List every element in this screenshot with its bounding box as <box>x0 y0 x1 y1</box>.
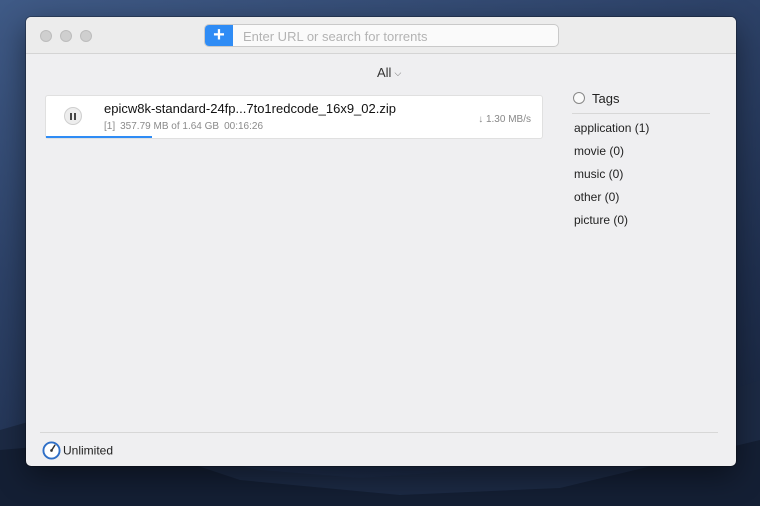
tag-item-movie[interactable]: movie (0) <box>574 144 649 167</box>
divider <box>40 432 718 433</box>
zoom-window-button[interactable] <box>80 30 92 42</box>
progress-bar <box>46 136 542 138</box>
close-window-button[interactable] <box>40 30 52 42</box>
tag-item-music[interactable]: music (0) <box>574 167 649 190</box>
pause-button[interactable] <box>64 107 82 125</box>
app-window: + All⌵ epicw8k-standard-24fp...7to1redco… <box>26 17 736 466</box>
tags-header[interactable]: Tags <box>573 91 619 106</box>
torrent-downloaded: 357.79 MB of 1.64 GB <box>120 121 220 132</box>
minimize-window-button[interactable] <box>60 30 72 42</box>
divider <box>572 113 710 114</box>
titlebar: + <box>26 17 736 54</box>
tags-radio-icon[interactable] <box>573 92 585 104</box>
torrent-eta: 00:16:26 <box>224 121 264 132</box>
tags-title: Tags <box>592 91 620 106</box>
torrent-index: [1] <box>104 121 116 132</box>
chevron-down-icon: ⌵ <box>394 68 402 78</box>
speed-limit-label: Unlimited <box>63 443 114 458</box>
speed-gauge-icon <box>42 441 61 460</box>
tag-item-other[interactable]: other (0) <box>574 190 649 213</box>
add-torrent-button[interactable]: + <box>205 25 233 46</box>
filter-dropdown[interactable]: All ⌵ <box>377 65 401 80</box>
search-input[interactable] <box>241 27 555 46</box>
pause-icon <box>70 113 72 120</box>
progress-fill <box>46 136 152 138</box>
speed-limit-control[interactable]: Unlimited <box>42 441 113 461</box>
torrent-row[interactable]: epicw8k-standard-24fp...7to1redcode_16x9… <box>45 95 543 139</box>
filter-label: All <box>377 65 392 80</box>
tag-item-application[interactable]: application (1) <box>574 121 649 144</box>
tag-list: application (1) movie (0) music (0) othe… <box>574 121 649 236</box>
torrent-speed: ↓ 1.30 MB/s <box>478 114 531 125</box>
torrent-name: epicw8k-standard-24fp...7to1redcode_16x9… <box>104 101 396 116</box>
search-bar: + <box>204 24 559 47</box>
torrent-meta: [1] 357.79 MB of 1.64 GB 00:16:26 <box>104 121 268 132</box>
tag-item-picture[interactable]: picture (0) <box>574 213 649 236</box>
